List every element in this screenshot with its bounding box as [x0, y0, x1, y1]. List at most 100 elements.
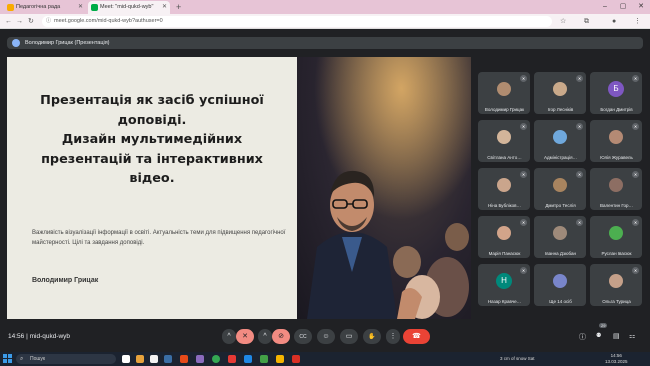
video-options-button[interactable]: ^	[258, 329, 272, 344]
close-window-button[interactable]: ✕	[632, 0, 650, 14]
system-clock[interactable]: 14:56 13.03.2025	[605, 353, 628, 365]
weather-widget[interactable]: 3 cm of snow Sat	[500, 352, 535, 366]
camera-toggle-button[interactable]: ⊘	[272, 329, 290, 344]
hang-up-icon: ☎	[412, 333, 421, 340]
browser-tab-strip: Педагогічна рада ✕ Meet: "mid-qukd-wyb" …	[0, 0, 650, 14]
participant-letter-avatar: Б	[608, 81, 624, 97]
app-icon[interactable]	[276, 355, 284, 363]
participant-tile[interactable]: ✕ Адміністрація…	[534, 120, 586, 162]
participant-name: Назар Кравче…	[487, 299, 522, 304]
participant-avatar	[553, 274, 567, 288]
participant-name: Дмитро Теслія	[545, 203, 576, 208]
participant-tile[interactable]: ✕ Руслан Івасюк	[590, 216, 642, 258]
reload-icon[interactable]: ↻	[28, 16, 34, 27]
windows-logo-icon	[3, 359, 7, 363]
browser-menu-icon[interactable]: ⋮	[634, 16, 641, 27]
tab-pedagogical-council[interactable]: Педагогічна рада ✕	[4, 1, 86, 14]
participant-avatar	[553, 178, 567, 192]
app-icon[interactable]	[164, 355, 172, 363]
participant-name: Ще 14 осіб	[549, 299, 572, 304]
participant-name: Адміністрація…	[543, 155, 578, 160]
task-view-icon[interactable]	[122, 355, 130, 363]
url-bar[interactable]: ⓘ meet.google.com/mid-qukd-wyb?authuser=…	[42, 16, 552, 27]
participant-avatar	[609, 274, 623, 288]
clock-date: 13.03.2025	[605, 359, 628, 364]
slide-author: Володимир Грицак	[32, 277, 99, 284]
maximize-button[interactable]: ▢	[614, 0, 632, 14]
tab-label: Meet: "mid-qukd-wyb"	[100, 4, 154, 10]
presenter-banner: Володимир Грицак (Презентація)	[7, 37, 643, 49]
captions-button[interactable]: CC	[294, 329, 312, 344]
participant-name: Ігор Лесніків	[547, 107, 574, 112]
more-options-button[interactable]: ⋮	[386, 329, 400, 344]
people-icon[interactable]: 29 ⚉	[596, 323, 608, 339]
windows-logo-icon	[3, 354, 7, 358]
participant-tile[interactable]: ✕ Валентин Гор…	[590, 168, 642, 210]
app-icon[interactable]	[180, 355, 188, 363]
participant-avatar	[497, 82, 511, 96]
audio-options-button[interactable]: ^	[222, 329, 236, 344]
forward-icon[interactable]: →	[16, 16, 23, 27]
tab-meet[interactable]: Meet: "mid-qukd-wyb" ✕	[88, 1, 170, 14]
app-icon[interactable]	[260, 355, 268, 363]
participant-tile[interactable]: ✕ Володимир Грицак	[478, 72, 530, 114]
raise-hand-button[interactable]: ✋	[363, 329, 381, 344]
leave-call-button[interactable]: ☎	[403, 329, 430, 344]
participant-tile[interactable]: Б ✕ Богдан Дмитрів	[590, 72, 642, 114]
participant-avatar	[609, 178, 623, 192]
participant-tile[interactable]: ✕ Ніна Бубліков…	[478, 168, 530, 210]
chrome-icon[interactable]	[212, 355, 220, 363]
minimize-button[interactable]: –	[596, 0, 614, 14]
participant-avatar	[497, 226, 511, 240]
more-vert-icon: ⋮	[389, 333, 397, 340]
participant-tile[interactable]: ✕ Ігор Лесніків	[534, 72, 586, 114]
app-icon[interactable]	[244, 355, 252, 363]
back-icon[interactable]: ←	[5, 16, 12, 27]
bookmark-star-icon[interactable]: ☆	[560, 16, 566, 27]
app-icon[interactable]	[196, 355, 204, 363]
slide-speaker-photo	[297, 57, 471, 319]
mic-off-icon: ✕	[576, 123, 583, 130]
more-participants-tile[interactable]: Ще 14 осіб	[534, 264, 586, 306]
file-explorer-icon[interactable]	[136, 355, 144, 363]
app-icon[interactable]	[292, 355, 300, 363]
participant-tile[interactable]: ✕ Світлана Анто…	[478, 120, 530, 162]
app-icon[interactable]	[228, 355, 236, 363]
close-tab-icon[interactable]: ✕	[78, 1, 83, 14]
participant-tile[interactable]: ✕ Дмитро Теслія	[534, 168, 586, 210]
chat-icon[interactable]: ▤	[613, 332, 620, 340]
participant-tile[interactable]: ✕ Іванна Дзюбан	[534, 216, 586, 258]
participant-tile[interactable]: ✕ Ольга Турица	[590, 264, 642, 306]
reactions-button[interactable]: ☺	[317, 329, 335, 344]
presenter-avatar	[12, 39, 20, 47]
participant-avatar	[553, 130, 567, 144]
participant-name: Ніна Бубліков…	[487, 203, 522, 208]
app-icon[interactable]	[150, 355, 158, 363]
meet-control-bar: 14:56 | mid-qukd-wyb ^ ✕ ^ ⊘ CC ☺ ▭ ✋ ⋮ …	[0, 319, 650, 352]
participant-avatar	[609, 130, 623, 144]
mic-off-icon: ✕	[632, 123, 639, 130]
participant-name: Володимир Грицак	[484, 107, 525, 112]
mic-off-icon: ✕	[632, 75, 639, 82]
present-icon: ▭	[345, 333, 353, 340]
taskbar-search-box[interactable]: ⌕ Пошук	[16, 354, 116, 364]
mic-off-icon: ✕	[576, 219, 583, 226]
close-tab-icon[interactable]: ✕	[162, 1, 167, 14]
profile-avatar-icon[interactable]: ●	[612, 16, 616, 27]
meeting-info-icon[interactable]: ⓘ	[579, 332, 586, 342]
mic-off-icon: ✕	[632, 267, 639, 274]
participant-tile[interactable]: ✕ Марія Панасюк	[478, 216, 530, 258]
participant-tile[interactable]: Н ✕ Назар Кравче…	[478, 264, 530, 306]
start-button[interactable]	[3, 354, 13, 364]
tab-label: Педагогічна рада	[16, 4, 61, 10]
participant-tile[interactable]: ✕ Юлія Журавель	[590, 120, 642, 162]
participant-avatar	[609, 226, 623, 240]
windows-logo-icon	[8, 354, 12, 358]
new-tab-button[interactable]: +	[176, 1, 181, 13]
extensions-icon[interactable]: ⧉	[584, 16, 589, 27]
present-button[interactable]: ▭	[340, 329, 358, 344]
activities-icon[interactable]: ⚏	[629, 332, 635, 340]
participant-name: Іванна Дзюбан	[545, 251, 576, 256]
mic-toggle-button[interactable]: ✕	[236, 329, 254, 344]
site-info-icon[interactable]: ⓘ	[46, 16, 51, 27]
